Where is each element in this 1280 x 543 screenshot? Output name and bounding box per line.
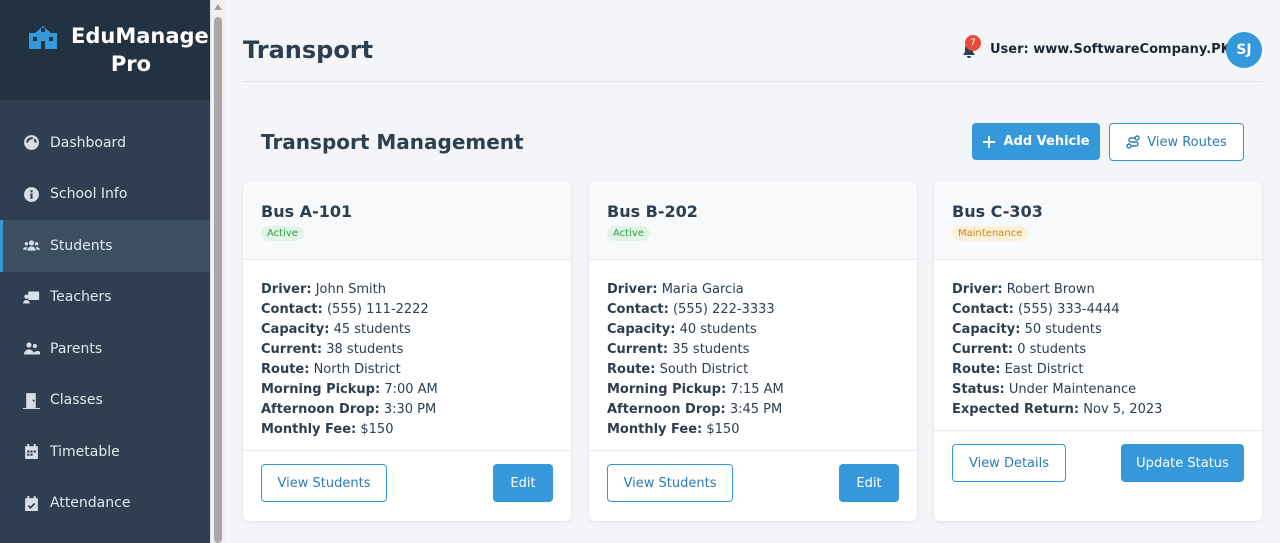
view-details-button[interactable]: View Details (952, 444, 1066, 482)
sidebar-item-label: Dashboard (50, 134, 126, 151)
sidebar-item-label: Timetable (50, 443, 120, 460)
detail-row: Capacity: 50 students (952, 322, 1102, 337)
vehicle-card-footer: View Students Edit (243, 450, 571, 516)
detail-row: Monthly Fee: $150 (607, 422, 740, 437)
sidebar-item-classes[interactable]: Classes (0, 375, 210, 427)
detail-row: Morning Pickup: 7:00 AM (261, 382, 438, 397)
detail-row: Route: East District (952, 362, 1084, 377)
detail-row: Monthly Fee: $150 (261, 422, 394, 437)
info-icon (22, 185, 40, 203)
edit-button[interactable]: Edit (493, 464, 553, 502)
detail-row: Afternoon Drop: 3:45 PM (607, 402, 783, 417)
sidebar-scrollbar[interactable] (210, 0, 225, 543)
page-title: Transport (243, 36, 374, 64)
main-content: Transport 7 User: www.SoftwareCompany.PK… (225, 0, 1280, 543)
vehicle-details: Driver: Maria Garcia Contact: (555) 222-… (589, 260, 917, 450)
notification-badge: 7 (965, 35, 981, 51)
sidebar-item-label: Classes (50, 392, 103, 409)
sidebar-item-label: Students (50, 237, 113, 254)
vehicle-card-header: Bus A-101 Active (243, 181, 571, 260)
dashboard-icon (22, 134, 40, 152)
add-vehicle-button[interactable]: Add Vehicle (972, 123, 1100, 160)
status-badge: Active (261, 226, 304, 241)
vehicle-name: Bus C-303 (952, 202, 1043, 221)
update-status-button[interactable]: Update Status (1121, 444, 1244, 482)
vehicle-card: Bus B-202 Active Driver: Maria Garcia Co… (589, 181, 917, 521)
view-routes-button[interactable]: View Routes (1109, 123, 1244, 161)
vehicle-name: Bus B-202 (607, 202, 698, 221)
detail-row: Capacity: 45 students (261, 322, 411, 337)
detail-row: Status: Under Maintenance (952, 382, 1137, 397)
view-students-button[interactable]: View Students (607, 464, 733, 502)
detail-row: Contact: (555) 222-3333 (607, 302, 775, 317)
sidebar-item-students[interactable]: Students (0, 220, 210, 272)
users-icon (22, 237, 40, 255)
vehicle-card: Bus A-101 Active Driver: John Smith Cont… (243, 181, 571, 521)
vehicle-details: Driver: John Smith Contact: (555) 111-22… (243, 260, 571, 450)
door-icon (22, 391, 40, 409)
edit-button[interactable]: Edit (839, 464, 899, 502)
parents-icon (22, 340, 40, 358)
sidebar-item-label: School Info (50, 186, 128, 203)
vehicle-card-footer: View Students Edit (589, 450, 917, 516)
vehicle-name: Bus A-101 (261, 202, 353, 221)
top-header: Transport 7 User: www.SoftwareCompany.PK… (243, 20, 1262, 82)
vehicle-details: Driver: Robert Brown Contact: (555) 333-… (934, 260, 1262, 430)
detail-row: Contact: (555) 333-4444 (952, 302, 1120, 317)
add-vehicle-label: Add Vehicle (1003, 134, 1090, 149)
sidebar-item-label: Parents (50, 340, 103, 357)
detail-row: Route: North District (261, 362, 401, 377)
plus-icon (982, 135, 996, 149)
vehicle-card-footer: View Details Update Status (934, 430, 1262, 496)
app-name: EduManage Pro (71, 24, 209, 76)
brand: EduManage Pro (0, 0, 210, 100)
school-icon (27, 23, 59, 51)
user-label: User: www.SoftwareCompany.PK (990, 42, 1231, 57)
sidebar-item-dashboard[interactable]: Dashboard (0, 117, 210, 169)
calendar-icon (22, 443, 40, 461)
sidebar-item-attendance[interactable]: Attendance (0, 478, 210, 530)
sidebar-item-timetable[interactable]: Timetable (0, 426, 210, 478)
status-badge: Maintenance (952, 226, 1029, 241)
sidebar: EduManage Pro Dashboard School Info Stud… (0, 0, 210, 543)
detail-row: Driver: Maria Garcia (607, 282, 744, 297)
calendar-check-icon (22, 494, 40, 512)
status-badge: Active (607, 226, 650, 241)
detail-row: Driver: John Smith (261, 282, 386, 297)
detail-row: Current: 35 students (607, 342, 750, 357)
detail-row: Current: 0 students (952, 342, 1087, 357)
sidebar-nav: Dashboard School Info Students Teachers … (0, 100, 210, 529)
detail-row: Afternoon Drop: 3:30 PM (261, 402, 437, 417)
view-routes-label: View Routes (1147, 134, 1227, 150)
section-title: Transport Management (261, 130, 524, 154)
detail-row: Expected Return: Nov 5, 2023 (952, 402, 1163, 417)
vehicle-card-header: Bus B-202 Active (589, 181, 917, 260)
detail-row: Morning Pickup: 7:15 AM (607, 382, 784, 397)
detail-row: Current: 38 students (261, 342, 404, 357)
detail-row: Driver: Robert Brown (952, 282, 1095, 297)
view-students-button[interactable]: View Students (261, 464, 387, 502)
scroll-thumb[interactable] (214, 17, 222, 543)
sidebar-item-label: Teachers (50, 289, 112, 306)
detail-row: Contact: (555) 111-2222 (261, 302, 429, 317)
sidebar-item-school-info[interactable]: School Info (0, 169, 210, 221)
avatar[interactable]: SJ (1226, 32, 1262, 68)
sidebar-item-parents[interactable]: Parents (0, 323, 210, 375)
scroll-up-arrow-icon[interactable] (214, 4, 222, 10)
teacher-icon (22, 288, 40, 306)
vehicle-card: Bus C-303 Maintenance Driver: Robert Bro… (934, 181, 1262, 521)
route-icon (1126, 135, 1140, 149)
vehicle-card-header: Bus C-303 Maintenance (934, 181, 1262, 260)
sidebar-item-label: Attendance (50, 495, 131, 512)
sidebar-item-teachers[interactable]: Teachers (0, 272, 210, 324)
detail-row: Capacity: 40 students (607, 322, 757, 337)
detail-row: Route: South District (607, 362, 749, 377)
